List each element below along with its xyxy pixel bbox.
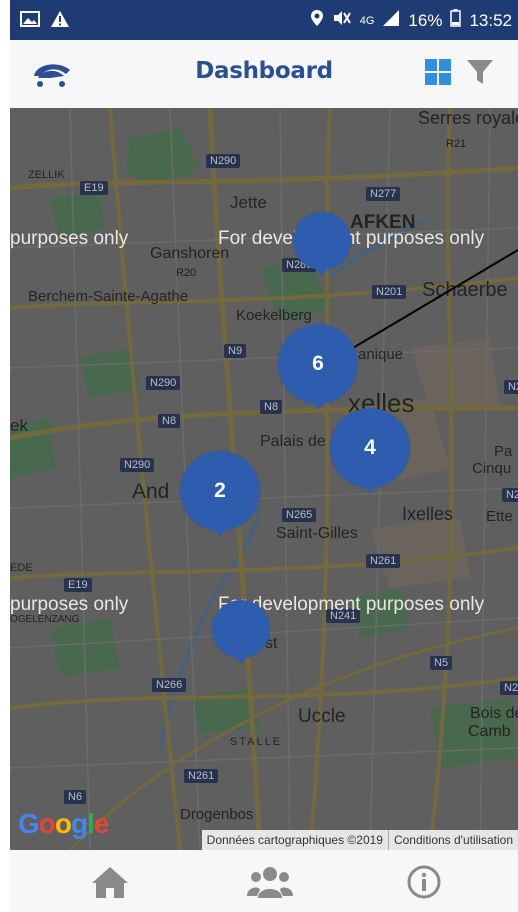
- marker-label: [293, 212, 351, 270]
- mute-icon: [332, 9, 352, 32]
- marker-label: 6: [278, 324, 358, 404]
- annotation-arrow: [332, 249, 518, 361]
- map-marker-cluster[interactable]: 4: [330, 408, 410, 498]
- app-frame: 4G 16% 13:52 Dashboard Serres royale ZEL…: [10, 0, 518, 912]
- marker-label: [212, 600, 270, 658]
- map-marker[interactable]: [293, 212, 351, 278]
- network-type: 4G: [359, 14, 375, 27]
- clock: 13:52: [469, 10, 512, 30]
- bottom-nav: [10, 850, 518, 912]
- terms-of-use-link[interactable]: Conditions d'utilisation: [387, 830, 518, 850]
- grid-view-icon[interactable]: [424, 58, 452, 86]
- battery-percent: 16%: [408, 10, 443, 30]
- map-view[interactable]: Serres royale ZELLIK Jette AFKEN Ganshor…: [10, 108, 518, 850]
- map-data-credit[interactable]: Données cartographiques ©2019: [202, 830, 388, 850]
- location-icon: [310, 9, 324, 32]
- page-title: Dashboard: [195, 58, 333, 84]
- signal-icon: [382, 9, 400, 32]
- marker-label: 2: [180, 451, 260, 531]
- map-marker-cluster[interactable]: 2: [180, 451, 260, 543]
- battery-icon: [450, 9, 462, 32]
- map-attribution: Données cartographiques ©2019 Conditions…: [201, 830, 518, 850]
- map-marker[interactable]: [212, 600, 270, 666]
- group-icon[interactable]: [246, 864, 294, 900]
- image-icon: [20, 10, 40, 33]
- home-icon[interactable]: [90, 864, 130, 900]
- app-logo-icon[interactable]: [30, 56, 74, 92]
- filter-icon[interactable]: [466, 58, 494, 86]
- info-icon[interactable]: [404, 864, 444, 900]
- status-bar: 4G 16% 13:52: [10, 0, 518, 40]
- google-logo[interactable]: Google: [18, 808, 109, 840]
- marker-label: 4: [330, 408, 410, 488]
- app-header: Dashboard: [10, 40, 518, 108]
- map-marker-cluster[interactable]: 6: [278, 324, 358, 414]
- warning-icon: [50, 10, 70, 33]
